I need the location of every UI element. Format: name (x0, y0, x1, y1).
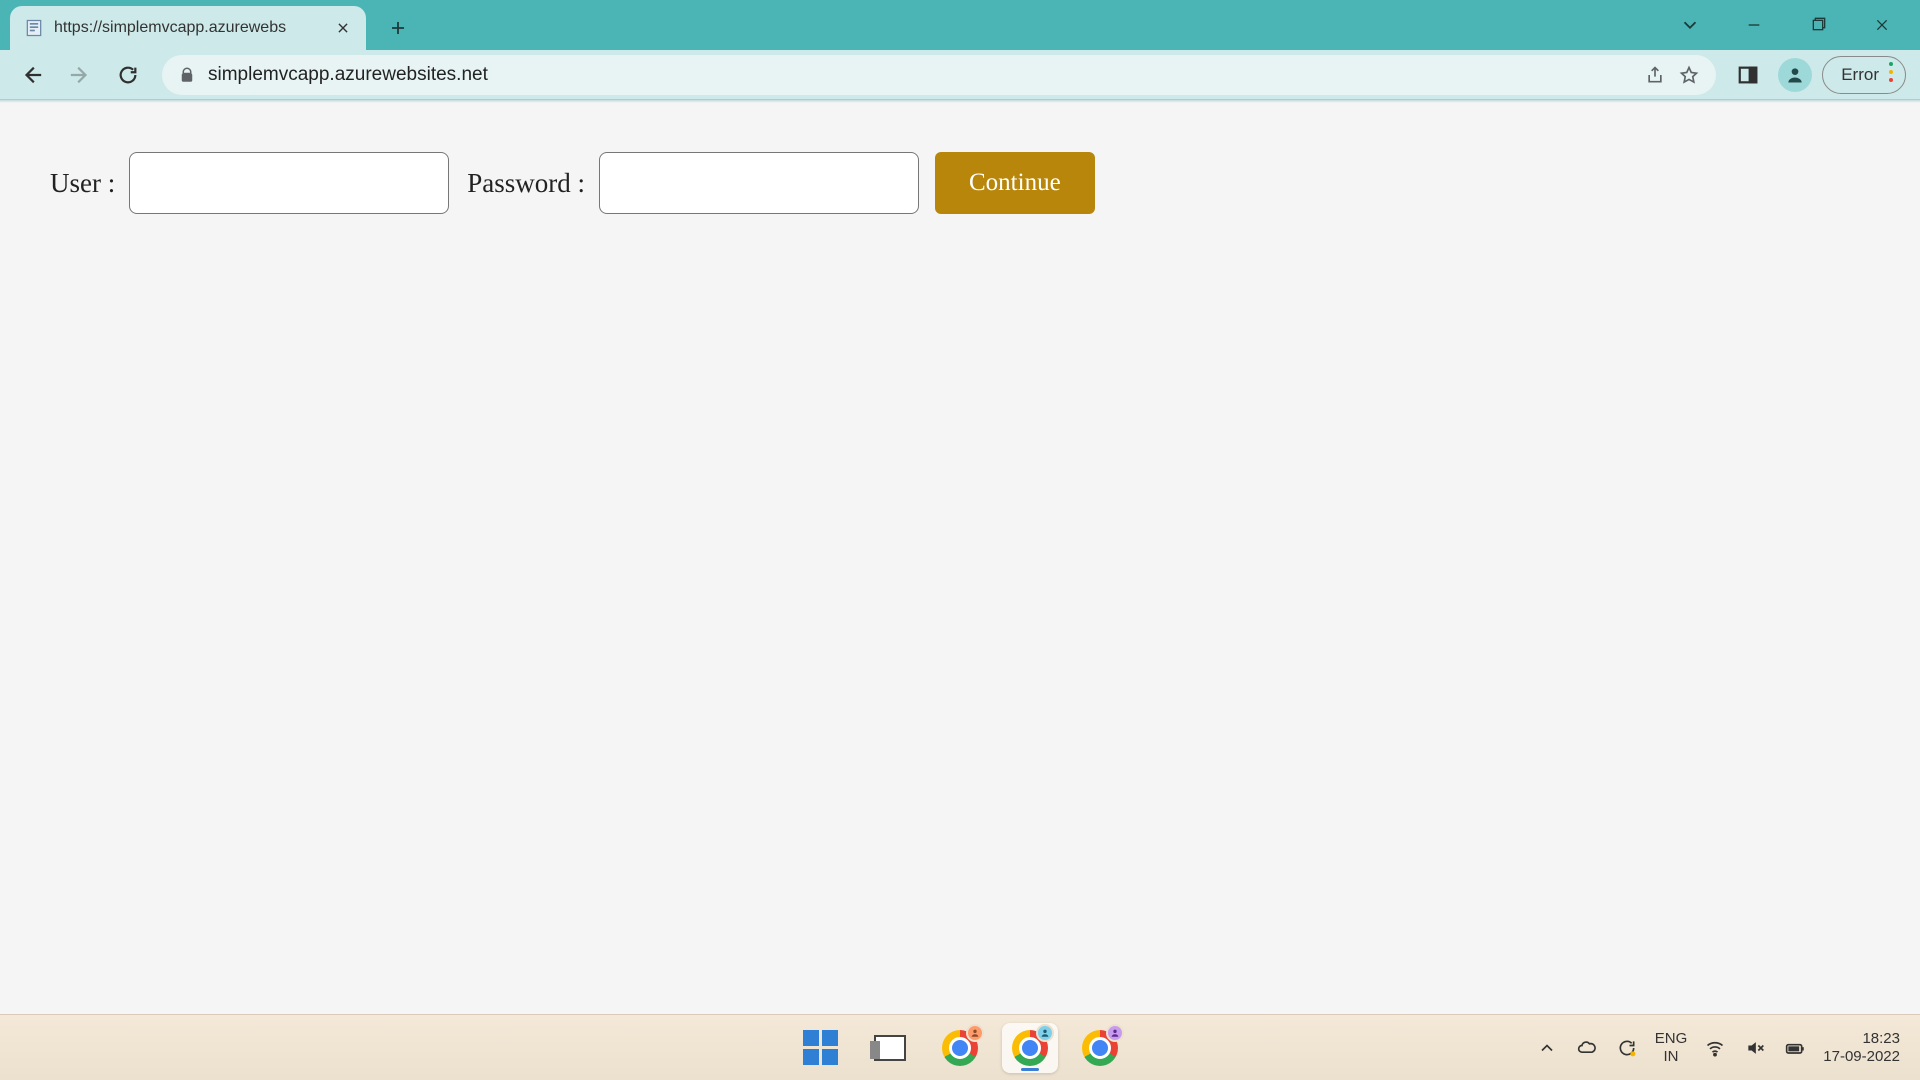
onedrive-icon[interactable] (1575, 1036, 1599, 1060)
windows-update-icon[interactable] (1615, 1036, 1639, 1060)
lock-icon[interactable] (178, 66, 196, 84)
task-view-icon (874, 1035, 906, 1061)
page-favicon-icon (24, 18, 44, 38)
lang-bottom: IN (1664, 1048, 1679, 1065)
share-icon[interactable] (1644, 64, 1666, 86)
taskbar-chrome-2-active[interactable] (1002, 1023, 1058, 1073)
taskbar-chrome-3[interactable] (1072, 1023, 1128, 1073)
tab-search-dropdown[interactable] (1658, 5, 1722, 45)
window-minimize-button[interactable] (1722, 5, 1786, 45)
password-input[interactable] (599, 152, 919, 214)
continue-button[interactable]: Continue (935, 152, 1095, 214)
page-viewport: User : Password : Continue (0, 100, 1920, 1014)
tray-overflow-icon[interactable] (1535, 1036, 1559, 1060)
taskbar-chrome-1[interactable] (932, 1023, 988, 1073)
bookmark-star-icon[interactable] (1678, 64, 1700, 86)
language-indicator[interactable]: ENG IN (1655, 1030, 1688, 1065)
window-maximize-button[interactable] (1786, 5, 1850, 45)
start-button[interactable] (792, 1023, 848, 1073)
browser-tab-active[interactable]: https://simplemvcapp.azurewebs (10, 6, 366, 50)
side-panel-icon[interactable] (1728, 55, 1768, 95)
update-error-button[interactable]: Error (1822, 56, 1906, 94)
password-label: Password : (467, 168, 585, 199)
browser-menu-icon[interactable] (1889, 62, 1893, 87)
user-label: User : (50, 168, 115, 199)
windows-taskbar: ENG IN 18:23 17-09-2022 (0, 1014, 1920, 1080)
window-close-button[interactable] (1850, 5, 1914, 45)
url-text: simplemvcapp.azurewebsites.net (208, 64, 1632, 86)
clock-date: 17-09-2022 (1823, 1048, 1900, 1066)
browser-toolbar: simplemvcapp.azurewebsites.net Error (0, 50, 1920, 100)
chrome-icon (1082, 1030, 1118, 1066)
tab-close-icon[interactable] (334, 19, 352, 37)
clock[interactable]: 18:23 17-09-2022 (1823, 1030, 1906, 1066)
user-input[interactable] (129, 152, 449, 214)
browser-title-bar: https://simplemvcapp.azurewebs (0, 0, 1920, 50)
new-tab-button[interactable] (376, 6, 420, 50)
login-form: User : Password : Continue (0, 100, 1920, 266)
clock-time: 18:23 (1862, 1030, 1900, 1048)
profile-avatar[interactable] (1778, 58, 1812, 92)
wifi-icon[interactable] (1703, 1036, 1727, 1060)
chrome-icon (1012, 1030, 1048, 1066)
profile-badge-icon (1036, 1024, 1054, 1042)
volume-muted-icon[interactable] (1743, 1036, 1767, 1060)
nav-forward-button[interactable] (58, 55, 102, 95)
nav-reload-button[interactable] (106, 55, 150, 95)
tab-title: https://simplemvcapp.azurewebs (54, 19, 324, 37)
windows-logo-icon (803, 1030, 838, 1065)
lang-top: ENG (1655, 1030, 1688, 1047)
task-view-button[interactable] (862, 1023, 918, 1073)
system-tray: ENG IN 18:23 17-09-2022 (1535, 1015, 1920, 1080)
profile-badge-icon (966, 1024, 984, 1042)
address-bar[interactable]: simplemvcapp.azurewebsites.net (162, 55, 1716, 95)
window-controls (1658, 0, 1920, 50)
battery-icon[interactable] (1783, 1036, 1807, 1060)
error-label: Error (1841, 65, 1879, 85)
profile-badge-icon (1106, 1024, 1124, 1042)
chrome-icon (942, 1030, 978, 1066)
nav-back-button[interactable] (10, 55, 54, 95)
